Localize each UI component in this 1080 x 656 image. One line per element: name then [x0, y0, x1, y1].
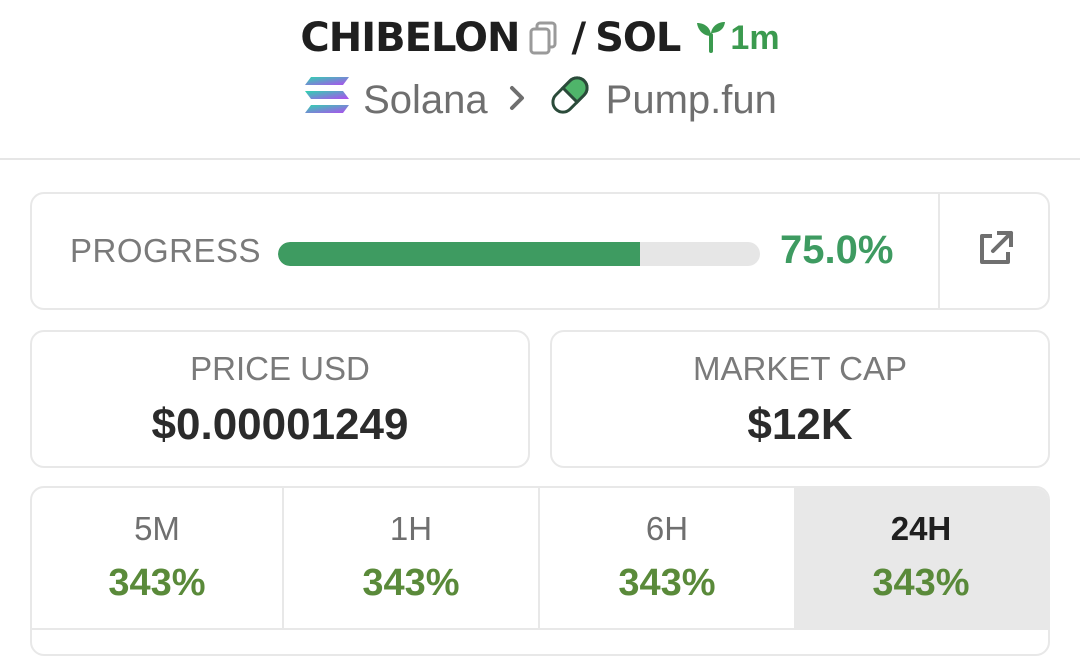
progress-bar-fill [278, 242, 640, 266]
token-symbol: CHIBELON [300, 15, 520, 61]
external-link-button[interactable] [940, 194, 1050, 308]
external-link-icon [975, 229, 1015, 274]
pill-icon [546, 71, 594, 129]
copy-icon[interactable] [528, 18, 562, 58]
timeframe-label: 1H [389, 510, 433, 547]
pair-title-row: CHIBELON / SOL 1m [0, 12, 1080, 64]
price-change-value: 343% [108, 562, 206, 604]
progress-bar [278, 242, 760, 266]
market-cap-value: $12K [747, 400, 853, 449]
progress-value: 75.0% [780, 228, 894, 272]
timeframe-tabs: 5M 343% 1H 343% 6H 343% 24H 343% [30, 486, 1050, 656]
solana-logo-icon [303, 75, 351, 125]
price-usd-value: $0.00001249 [151, 400, 409, 449]
market-cap-card: MARKET CAP $12K [550, 330, 1050, 468]
pair-separator: / [571, 15, 587, 61]
timeframe-label: 6H [645, 510, 689, 547]
bonding-progress-card: PROGRESS 75.0% [30, 192, 1050, 310]
tab-24h[interactable]: 24H 343% [796, 488, 1048, 628]
price-change-value: 343% [872, 562, 970, 604]
tab-1h[interactable]: 1H 343% [284, 488, 540, 628]
progress-label: PROGRESS [70, 232, 262, 269]
tab-6h[interactable]: 6H 343% [540, 488, 796, 628]
market-cap-label: MARKET CAP [693, 350, 907, 387]
chevron-right-icon [506, 79, 528, 121]
chain-link[interactable]: Solana [303, 75, 488, 125]
divider [32, 628, 1048, 630]
tab-5m[interactable]: 5M 343% [32, 488, 284, 628]
timeframe-label: 5M [134, 510, 180, 547]
chain-breadcrumb: Solana Pump.fun [0, 74, 1080, 126]
chain-label: Solana [363, 77, 488, 122]
price-usd-label: PRICE USD [190, 350, 370, 387]
price-change-value: 343% [618, 562, 716, 604]
pair-age-badge: 1m [694, 18, 780, 58]
dex-link[interactable]: Pump.fun [546, 71, 777, 129]
price-usd-card: PRICE USD $0.00001249 [30, 330, 530, 468]
pair-age: 1m [730, 18, 780, 57]
sprout-icon [694, 19, 728, 58]
price-change-value: 343% [362, 562, 460, 604]
timeframe-label: 24H [890, 510, 952, 547]
quote-symbol: SOL [595, 15, 681, 61]
dex-label: Pump.fun [605, 77, 777, 122]
pair-header: CHIBELON / SOL 1m Solana Pump.fun [0, 0, 1080, 160]
